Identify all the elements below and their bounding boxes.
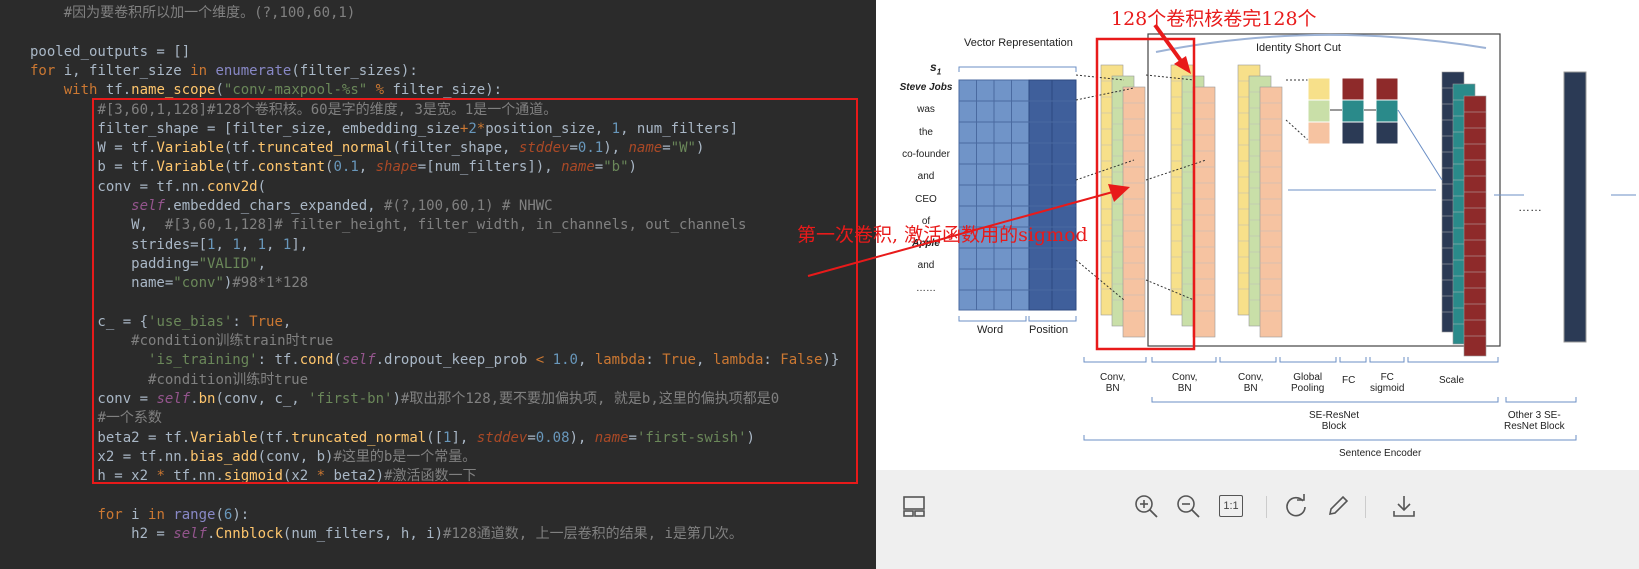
annotation-overlay [807, 23, 1196, 351]
annotation-top: 128个卷积核卷完128个 [1111, 8, 1317, 30]
annotation-arrowhead-middle [1108, 184, 1130, 202]
annotation-arrowhead-top [1174, 56, 1191, 74]
annotation-middle: 第一次卷积, 激活函数用的sigmod [797, 224, 1088, 246]
annotation-arrow-top [1153, 23, 1186, 67]
